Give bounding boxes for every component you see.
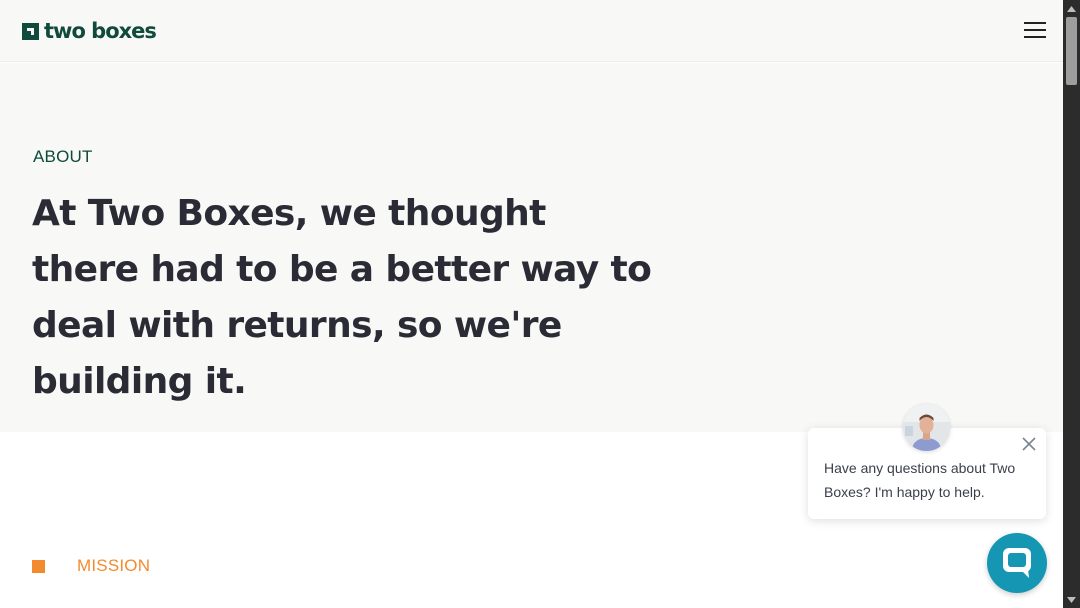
scrollbar-thumb[interactable] (1066, 17, 1077, 85)
agent-avatar (903, 404, 950, 451)
hamburger-menu-icon[interactable] (1024, 22, 1046, 40)
site-header: two boxes (0, 0, 1063, 62)
page-headline: At Two Boxes, we thought there had to be… (32, 193, 652, 402)
logo-text: two boxes (44, 19, 157, 43)
scroll-up-arrow-icon[interactable] (1063, 0, 1080, 17)
logo-icon (22, 22, 39, 40)
logo-link[interactable]: two boxes (22, 19, 157, 43)
mission-label: MISSION (77, 556, 151, 575)
close-icon[interactable] (1019, 434, 1039, 454)
orange-square-icon (32, 559, 45, 573)
mission-heading: MISSION (32, 556, 150, 576)
chat-bubble-icon[interactable] (987, 533, 1047, 593)
scroll-down-arrow-icon[interactable] (1063, 591, 1080, 608)
section-eyebrow: ABOUT (33, 147, 93, 166)
chat-message: Have any questions about Two Boxes? I'm … (824, 460, 1016, 500)
page: two boxes ABOUT At Two Boxes, we thought… (0, 0, 1063, 608)
hero-section: ABOUT At Two Boxes, we thought there had… (0, 63, 1063, 432)
vertical-scrollbar[interactable] (1063, 0, 1080, 608)
